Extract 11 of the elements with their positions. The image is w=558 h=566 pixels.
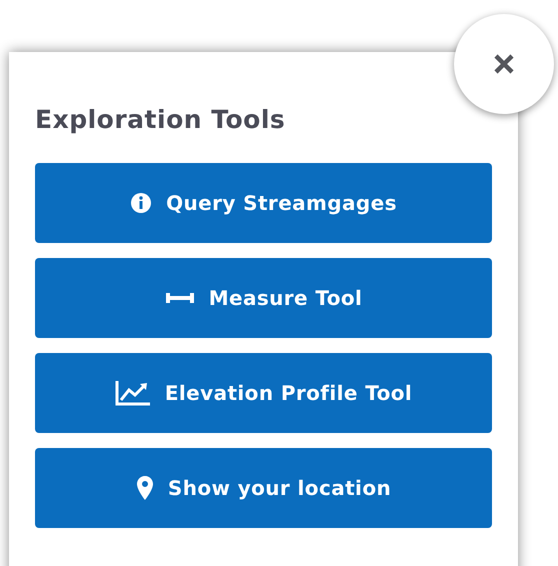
tool-button[interactable]: Measure Tool [35,258,492,338]
info-icon [130,192,152,214]
arrow-icon [164,291,195,305]
chart-icon [114,380,151,406]
tool-button[interactable]: Elevation Profile Tool [35,353,492,433]
close-icon [493,53,515,75]
panel-title: Exploration Tools [35,104,286,136]
close-button[interactable] [454,14,554,114]
tool-button[interactable]: Show your location [35,448,492,528]
map-pin-icon [136,475,154,501]
tool-button[interactable]: Query Streamgages [35,163,492,243]
